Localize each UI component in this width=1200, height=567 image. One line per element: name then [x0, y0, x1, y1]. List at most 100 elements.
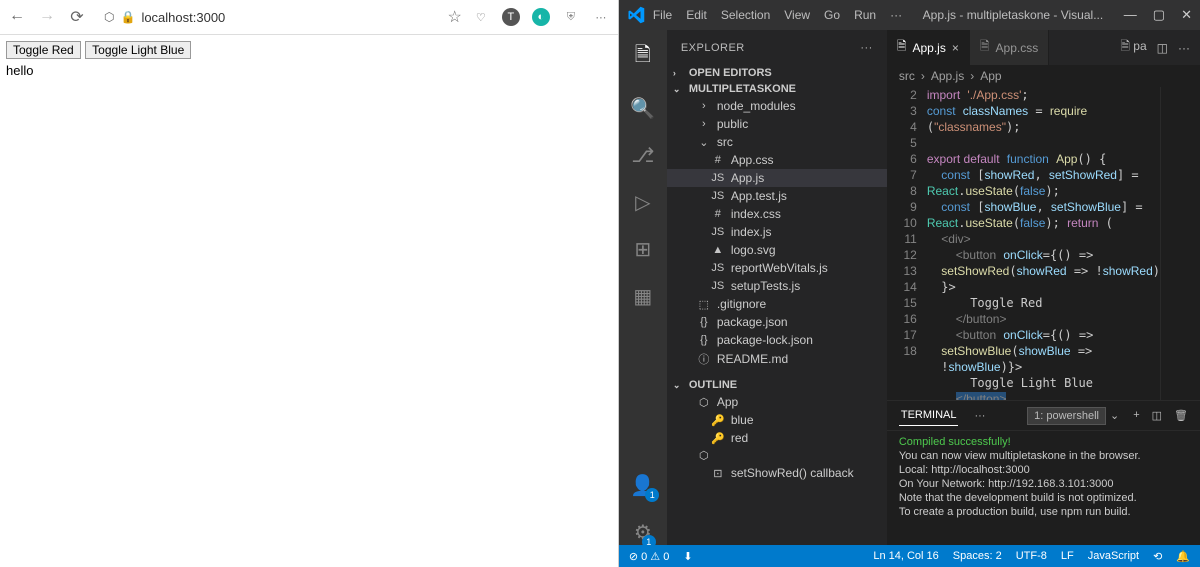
tree-item[interactable]: JSsetupTests.js [667, 277, 887, 295]
menu-item[interactable]: Selection [721, 8, 770, 22]
split-terminal-icon[interactable]: ◫ [1152, 409, 1162, 422]
tree-label: README.md [717, 352, 788, 366]
bookmark-icon[interactable]: ☆ [448, 7, 462, 27]
toggle-blue-button[interactable]: Toggle Light Blue [85, 41, 191, 59]
terminal-output[interactable]: Compiled successfully!You can now view m… [887, 431, 1200, 545]
terminal-more[interactable]: ··· [972, 406, 987, 426]
tree-label: App.css [731, 153, 774, 167]
tree-item[interactable]: › node_modules [667, 97, 887, 115]
crumb[interactable]: src [899, 69, 915, 83]
tree-item[interactable]: ⌄src [667, 133, 887, 151]
window-controls: — ▢ ✕ [1124, 7, 1192, 23]
tree-label: node_modules [717, 99, 796, 113]
badge: 1 [645, 488, 659, 502]
tree-item[interactable]: JSApp.js [667, 169, 887, 187]
settings-icon[interactable]: ⚙1 [634, 520, 652, 545]
url-bar[interactable]: ⬡ 🔒 localhost:3000 [96, 8, 438, 27]
outline-item[interactable]: ⬡ [667, 447, 887, 464]
status-item[interactable]: JavaScript [1088, 550, 1139, 563]
chevron-down-icon: ⌄ [673, 380, 685, 391]
ext-icon[interactable]: ⋯ [592, 8, 610, 26]
file-icon: › [697, 118, 711, 130]
menu-item[interactable]: Edit [686, 8, 707, 22]
ext-icon[interactable]: ◐ [532, 8, 550, 26]
file-icon: JS [711, 190, 725, 202]
outline-item[interactable]: ⬡App [667, 393, 887, 411]
minimap[interactable] [1160, 87, 1200, 400]
outline-item[interactable]: 🔑blue [667, 411, 887, 429]
editor-tab[interactable]: 🗎App.js× [887, 30, 970, 65]
tree-item[interactable]: ⬚.gitignore [667, 295, 887, 313]
menu-item[interactable]: View [784, 8, 810, 22]
code-content[interactable]: import './App.css'; const classNames = r… [927, 87, 1160, 400]
chevron-down-icon[interactable]: ⌄ [1110, 409, 1119, 422]
tree-item[interactable]: ⓘREADME.md [667, 349, 887, 369]
menu-item[interactable]: ··· [890, 8, 902, 22]
code-editor[interactable]: 23456789101112131415161718 import './App… [887, 87, 1200, 400]
debug-icon[interactable]: ▷ [635, 190, 650, 215]
tree-label: index.css [731, 207, 781, 221]
open-editors-section[interactable]: › OPEN EDITORS [667, 65, 887, 81]
tree-item[interactable]: #index.css [667, 205, 887, 223]
tree-item[interactable]: ▲logo.svg [667, 241, 887, 259]
extensions-icon[interactable]: ⊞ [634, 237, 651, 262]
kill-terminal-icon[interactable]: 🗑 [1174, 409, 1188, 422]
tree-item[interactable]: JSApp.test.js [667, 187, 887, 205]
ext-icon[interactable]: T [502, 8, 520, 26]
tree-item[interactable]: JSreportWebVitals.js [667, 259, 887, 277]
outline-item[interactable]: ⊡setShowRed() callback [667, 464, 887, 482]
crumb[interactable]: App [980, 69, 1001, 83]
status-item[interactable]: ⊘ 0 ⚠ 0 [629, 550, 669, 563]
back-icon[interactable]: ← [8, 7, 26, 27]
status-item[interactable]: ⟲ [1153, 550, 1162, 563]
file-icon: › [697, 100, 711, 112]
status-item[interactable]: UTF-8 [1016, 550, 1047, 563]
maximize-icon[interactable]: ▢ [1153, 7, 1165, 23]
status-item[interactable]: LF [1061, 550, 1074, 563]
menu-item[interactable]: File [653, 8, 672, 22]
tree-item[interactable]: {}package.json [667, 313, 887, 331]
crumb[interactable]: App.js [931, 69, 964, 83]
tree-item[interactable]: ›public [667, 115, 887, 133]
more-icon[interactable]: ··· [1178, 41, 1190, 55]
source-control-icon[interactable]: ⎇ [631, 143, 654, 168]
minimize-icon[interactable]: — [1124, 7, 1137, 23]
tree-item[interactable]: JSindex.js [667, 223, 887, 241]
terminal-tab[interactable]: TERMINAL [899, 405, 959, 426]
forward-icon[interactable]: → [38, 7, 56, 27]
breadcrumbs[interactable]: src › App.js › App [887, 65, 1200, 87]
outline-item[interactable]: 🔑red [667, 429, 887, 447]
tree-item[interactable]: #App.css [667, 151, 887, 169]
search-icon[interactable]: 🔍 [630, 96, 655, 121]
status-item[interactable]: Ln 14, Col 16 [873, 550, 938, 563]
symbol-icon: ⬡ [697, 396, 711, 409]
more-icon[interactable]: ··· [860, 42, 873, 54]
lock-icon: 🔒 [120, 10, 135, 24]
close-icon[interactable]: ✕ [1181, 7, 1192, 23]
ext-icon[interactable]: ⛨ [562, 8, 580, 26]
editor-tab[interactable]: 🗎App.css [970, 30, 1049, 65]
explorer-icon[interactable]: 🗎 [635, 40, 651, 74]
terminal-select[interactable]: 1: powershell [1027, 407, 1106, 425]
close-tab-icon[interactable]: × [952, 41, 959, 55]
toggle-red-button[interactable]: Toggle Red [6, 41, 81, 59]
file-icon[interactable]: 🗎 pa [1120, 37, 1146, 58]
reload-icon[interactable]: ⟳ [68, 7, 86, 27]
outline-label: blue [731, 413, 754, 427]
status-item[interactable]: 🔔 [1176, 550, 1190, 563]
project-section[interactable]: ⌄ MULTIPLETASKONE [667, 81, 887, 97]
tree-label: reportWebVitals.js [731, 261, 828, 275]
tree-label: src [717, 135, 733, 149]
split-icon[interactable]: ◫ [1157, 41, 1168, 55]
tree-item[interactable]: {}package-lock.json [667, 331, 887, 349]
status-item[interactable]: ⬇ [683, 550, 692, 563]
outline-section[interactable]: ⌄ OUTLINE [667, 377, 887, 393]
remote-icon[interactable]: ▦ [633, 284, 652, 309]
ext-icon[interactable]: ♡ [472, 8, 490, 26]
status-item[interactable]: Spaces: 2 [953, 550, 1002, 563]
accounts-icon[interactable]: 👤1 [630, 473, 655, 498]
menu-item[interactable]: Run [854, 8, 876, 22]
new-terminal-icon[interactable]: + [1133, 409, 1139, 422]
menu-item[interactable]: Go [824, 8, 840, 22]
tree-label: .gitignore [717, 297, 766, 311]
